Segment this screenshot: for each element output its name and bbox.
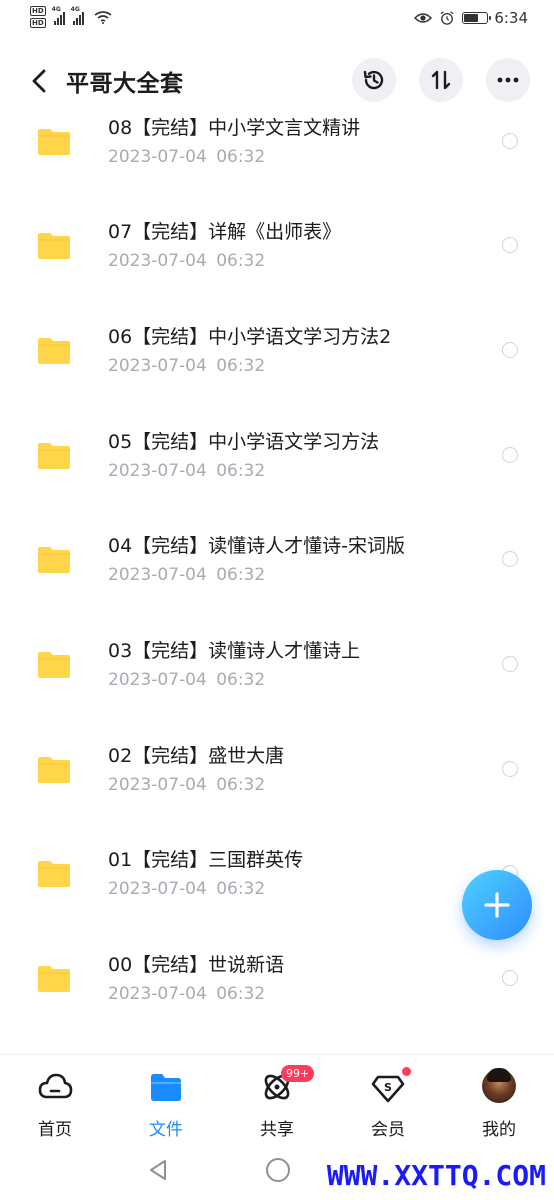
home-circle-icon[interactable] [265, 1157, 291, 1183]
signal-icon: 4G [71, 6, 84, 25]
avatar [482, 1068, 516, 1103]
history-button[interactable] [352, 58, 396, 102]
bottom-nav: 首页 文件 99+ 共享 S 会员 我的 [0, 1054, 554, 1145]
folder-icon [38, 233, 70, 259]
file-name: 08【完结】中小学文言文精讲 [108, 117, 361, 139]
more-button[interactable] [486, 58, 530, 102]
status-left: HD HD 4G 4G [30, 6, 112, 28]
page-title: 平哥大全套 [66, 71, 184, 97]
nav-files[interactable]: 文件 [121, 1069, 211, 1140]
hd-icon: HD [30, 6, 46, 16]
file-date: 2023-07-04 06:32 [108, 251, 266, 271]
file-name: 00【完结】世说新语 [108, 954, 285, 976]
list-item[interactable]: 00【完结】世说新语 2023-07-04 06:32 [0, 950, 554, 1054]
nav-label: 共享 [260, 1120, 294, 1140]
file-date: 2023-07-04 06:32 [108, 356, 266, 376]
list-item[interactable]: 04【完结】读懂诗人才懂诗-宋词版 2023-07-04 06:32 [0, 531, 554, 635]
list-item[interactable]: 05【完结】中小学语文学习方法 2023-07-04 06:32 [0, 427, 554, 531]
nav-home[interactable]: 首页 [10, 1069, 100, 1140]
vip-dot [402, 1067, 411, 1076]
file-name: 01【完结】三国群英传 [108, 849, 304, 871]
file-name: 04【完结】读懂诗人才懂诗-宋词版 [108, 535, 406, 557]
history-icon [363, 70, 384, 90]
file-date: 2023-07-04 06:32 [108, 670, 266, 690]
eye-comfort-icon [414, 13, 433, 23]
file-date: 2023-07-04 06:32 [108, 879, 266, 899]
select-radio[interactable] [502, 761, 518, 777]
file-name: 06【完结】中小学语文学习方法2 [108, 326, 392, 348]
cloud-icon [38, 1073, 73, 1099]
folder-icon [151, 1074, 181, 1101]
file-name: 05【完结】中小学语文学习方法 [108, 431, 380, 453]
file-date: 2023-07-04 06:32 [108, 984, 266, 1004]
svg-text:S: S [384, 1081, 392, 1094]
battery-icon [462, 12, 492, 24]
list-item[interactable]: 02【完结】盛世大唐 2023-07-04 06:32 [0, 741, 554, 845]
nav-label: 会员 [371, 1120, 405, 1140]
back-button[interactable] [24, 66, 54, 96]
sort-button[interactable] [419, 58, 463, 102]
nav-label: 文件 [149, 1120, 183, 1140]
file-date: 2023-07-04 06:32 [108, 565, 266, 585]
file-date: 2023-07-04 06:32 [108, 461, 266, 481]
folder-icon [38, 547, 70, 573]
plus-icon [484, 892, 510, 918]
hd-indicators: HD HD [30, 6, 46, 28]
status-right: 6:34 [414, 9, 528, 27]
hd-icon: HD [30, 18, 46, 28]
select-radio[interactable] [502, 133, 518, 149]
more-dots-icon [497, 77, 519, 83]
watermark: WWW.XXTTQ.COM [326, 1159, 546, 1192]
nav-label: 首页 [38, 1120, 72, 1140]
list-item[interactable]: 08【完结】中小学文言文精讲 2023-07-04 06:32 [0, 113, 554, 217]
list-item[interactable]: 06【完结】中小学语文学习方法2 2023-07-04 06:32 [0, 322, 554, 426]
nav-mine[interactable]: 我的 [454, 1068, 544, 1140]
select-radio[interactable] [502, 342, 518, 358]
nav-vip[interactable]: S 会员 [343, 1067, 433, 1140]
file-date: 2023-07-04 06:32 [108, 147, 266, 167]
folder-icon [38, 338, 70, 364]
folder-icon [38, 443, 70, 469]
folder-icon [38, 757, 70, 783]
folder-icon [38, 861, 70, 887]
file-name: 02【完结】盛世大唐 [108, 745, 285, 767]
top-header: 平哥大全套 [0, 52, 554, 110]
status-bar: HD HD 4G 4G 6:34 [0, 0, 554, 40]
add-button[interactable] [462, 870, 532, 940]
nav-share[interactable]: 99+ 共享 [232, 1065, 322, 1140]
alarm-icon [440, 11, 454, 25]
select-radio[interactable] [502, 551, 518, 567]
list-item[interactable]: 07【完结】详解《出师表》 2023-07-04 06:32 [0, 217, 554, 321]
vip-diamond-icon: S [371, 1075, 405, 1103]
list-item[interactable]: 03【完结】读懂诗人才懂诗上 2023-07-04 06:32 [0, 636, 554, 740]
folder-icon [38, 129, 70, 155]
back-triangle-icon[interactable] [146, 1158, 170, 1182]
select-radio[interactable] [502, 970, 518, 986]
folder-icon [38, 652, 70, 678]
sort-icon [431, 70, 451, 90]
file-name: 03【完结】读懂诗人才懂诗上 [108, 640, 361, 662]
folder-icon [38, 966, 70, 992]
clock: 6:34 [494, 9, 528, 27]
file-name: 07【完结】详解《出师表》 [108, 221, 342, 243]
system-nav: WWW.XXTTQ.COM [0, 1144, 554, 1200]
chevron-left-icon [32, 69, 46, 93]
select-radio[interactable] [502, 237, 518, 253]
share-badge: 99+ [281, 1065, 315, 1082]
nav-label: 我的 [482, 1120, 516, 1140]
file-date: 2023-07-04 06:32 [108, 775, 266, 795]
signal-icon: 4G [52, 6, 65, 25]
wifi-icon [94, 11, 112, 24]
select-radio[interactable] [502, 656, 518, 672]
select-radio[interactable] [502, 447, 518, 463]
